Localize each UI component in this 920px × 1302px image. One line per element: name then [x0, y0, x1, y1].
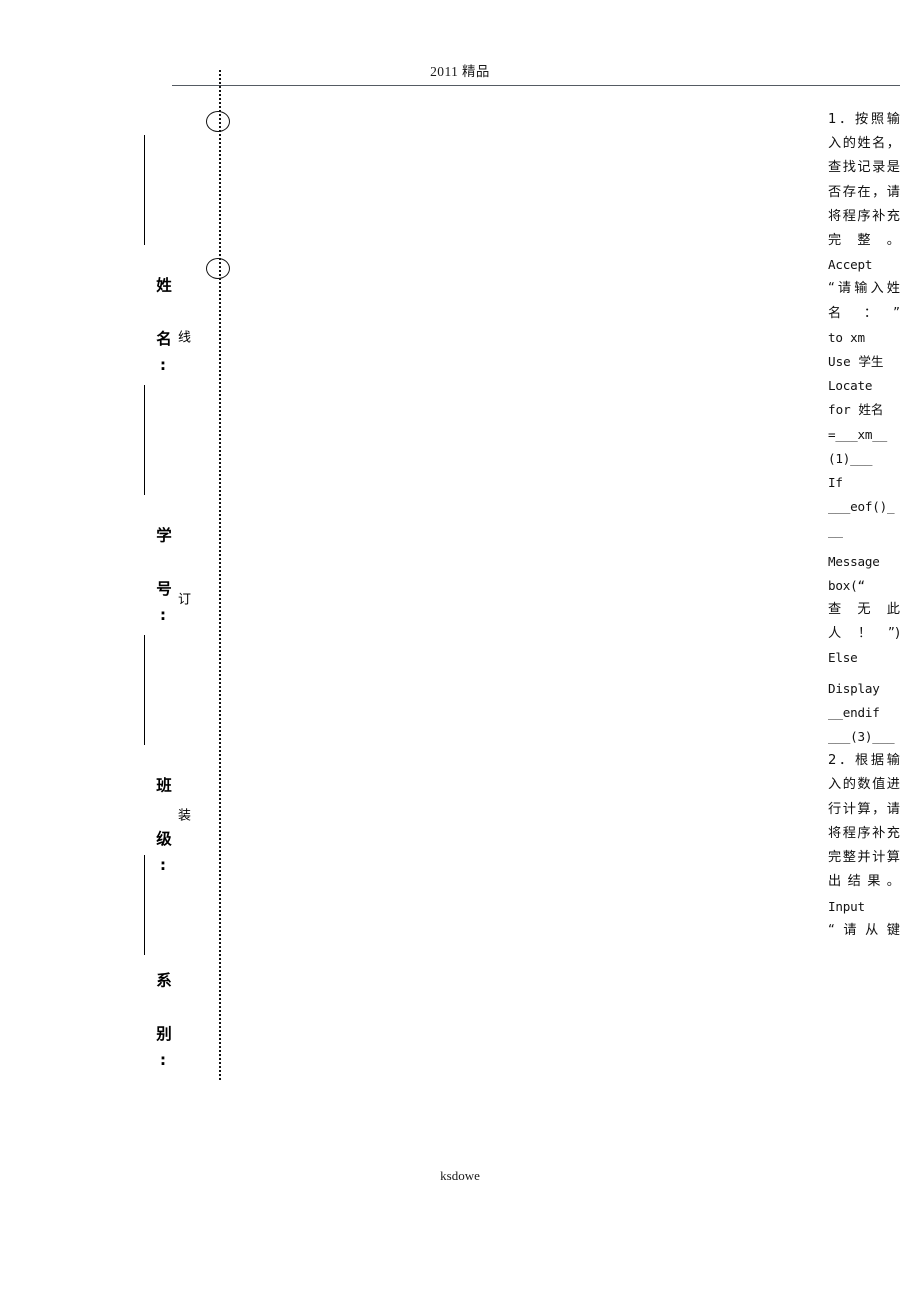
field-department-label: 系 别: — [154, 971, 172, 1079]
field-name-write-rule — [144, 135, 145, 245]
page-footer-text: ksdowe — [440, 1168, 480, 1183]
binding-hole-icon-bottom — [206, 258, 230, 279]
question-line: 1．按照输入的姓名，查找记录是否存在，请将程序补充完整。 — [828, 112, 900, 249]
field-student-id-label: 学 号: — [154, 526, 172, 634]
page-header-title: 2011 精品 — [430, 64, 490, 79]
field-name: 姓 名: — [118, 135, 172, 395]
field-department: 系 别: — [118, 855, 172, 1085]
question-line: Input — [828, 898, 865, 914]
question-line: =___xm__(1)___ — [828, 426, 888, 466]
seal-mark-ding: 订 — [175, 592, 190, 607]
question-line: “请输入姓名：” — [828, 281, 900, 321]
field-class-write-rule — [144, 635, 145, 745]
question-line: Locate — [828, 378, 873, 394]
field-department-write-rule — [144, 855, 145, 955]
field-student-id: 学 号: — [118, 385, 172, 645]
question-line: If — [828, 475, 843, 491]
question-line: “请从键 — [828, 922, 900, 938]
question-line: for 姓名 — [828, 402, 884, 418]
question-line: ___(3)___ — [828, 729, 895, 745]
question-line: Else — [828, 650, 858, 666]
question-line: 2．根据输入的数值进行计算，请将程序补充完整并计算出结果。 — [828, 753, 900, 890]
exam-paper-page: 2011 精品 线 订 装 姓 名: 学 号: 班 级: 系 别: 1．按照输入… — [0, 0, 920, 1302]
question-line: Display — [828, 680, 880, 696]
header-divider-rule — [172, 85, 900, 86]
field-name-label: 姓 名: — [154, 276, 172, 384]
seal-mark-zhuang: 装 — [175, 808, 190, 823]
question-line: to xm — [828, 329, 865, 345]
question-line: Use 学生 — [828, 354, 884, 370]
question-line: Message — [828, 553, 880, 569]
question-line: __endif — [828, 704, 880, 720]
binding-dotted-line — [219, 70, 221, 1080]
binding-hole-icon-top — [206, 111, 230, 132]
question-column: 1．按照输入的姓名，查找记录是否存在，请将程序补充完整。 Accept “请输入姓名… — [828, 108, 900, 943]
field-student-id-write-rule — [144, 385, 145, 495]
question-line: box(“ — [828, 577, 865, 593]
question-line: ___eof()___ — [828, 499, 895, 539]
seal-mark-xian: 线 — [175, 330, 190, 345]
question-line: 查无此人！”) — [828, 602, 900, 642]
question-line: Accept — [828, 257, 873, 273]
